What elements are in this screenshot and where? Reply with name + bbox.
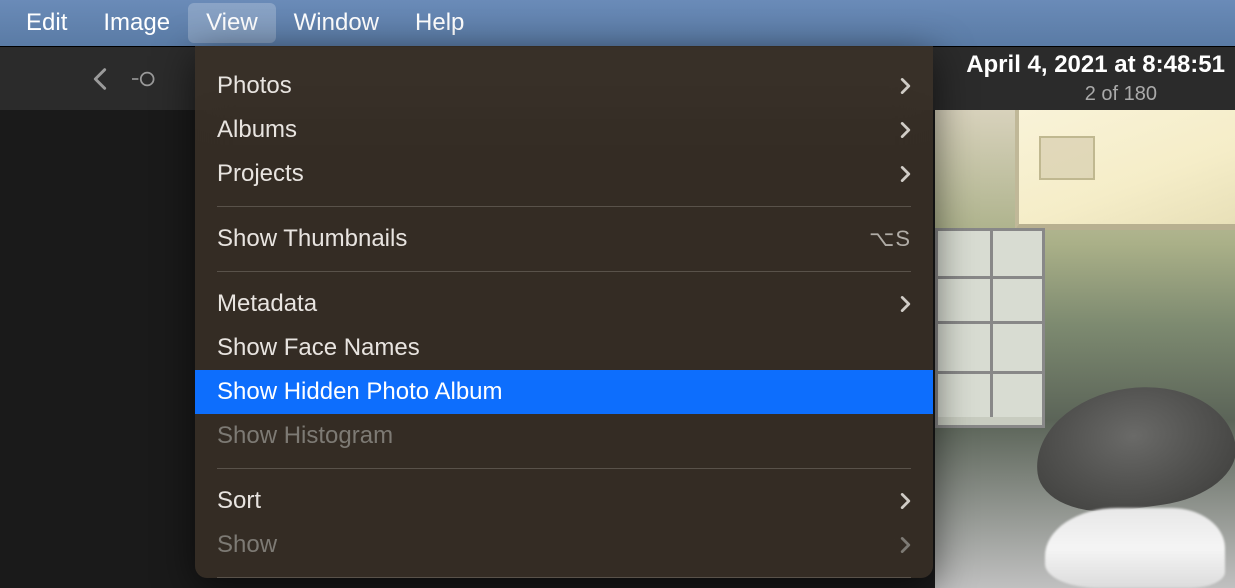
- view-menu-dropdown: Photos Albums Projects Show Thumbnails ⌥…: [195, 46, 933, 578]
- submenu-indicator: [900, 536, 911, 554]
- menubar: Edit Image View Window Help: [0, 0, 1235, 46]
- menu-label: Sort: [217, 487, 900, 515]
- menu-label: Photos: [217, 72, 900, 100]
- chevron-right-icon: [900, 121, 911, 139]
- menu-item-metadata[interactable]: Metadata: [195, 282, 933, 326]
- menu-separator: [217, 468, 911, 469]
- menu-label: Albums: [217, 116, 900, 144]
- menubar-item-view[interactable]: View: [188, 3, 276, 43]
- submenu-indicator: [900, 77, 911, 95]
- menu-separator: [217, 577, 911, 578]
- chevron-right-icon: [900, 295, 911, 313]
- zoom-slider[interactable]: [132, 67, 156, 91]
- menu-item-show-thumbnails[interactable]: Show Thumbnails ⌥S: [195, 217, 933, 261]
- menu-label: Show Hidden Photo Album: [217, 378, 911, 406]
- menu-label: Projects: [217, 160, 900, 188]
- menubar-item-edit[interactable]: Edit: [8, 3, 85, 43]
- menu-item-show-hidden-photo-album[interactable]: Show Hidden Photo Album: [195, 370, 933, 414]
- photo-date: April 4, 2021 at 8:48:51: [966, 51, 1225, 79]
- menu-label: Show: [217, 531, 900, 559]
- menu-item-photos[interactable]: Photos: [195, 64, 933, 108]
- menubar-item-help[interactable]: Help: [397, 3, 482, 43]
- menu-label: Show Face Names: [217, 334, 911, 362]
- chevron-right-icon: [900, 165, 911, 183]
- photo-content: [1015, 110, 1235, 230]
- menu-item-sort[interactable]: Sort: [195, 479, 933, 523]
- photo-viewer[interactable]: [935, 110, 1235, 588]
- toolbar-info: April 4, 2021 at 8:48:51 2 of 180: [966, 47, 1225, 110]
- photo-counter: 2 of 180: [1085, 83, 1157, 106]
- photo-content: [1045, 508, 1225, 588]
- menu-separator: [217, 206, 911, 207]
- submenu-indicator: [900, 121, 911, 139]
- photo-content: [935, 228, 1045, 428]
- menubar-item-window[interactable]: Window: [276, 3, 397, 43]
- menu-item-albums[interactable]: Albums: [195, 108, 933, 152]
- menubar-item-image[interactable]: Image: [85, 3, 188, 43]
- menu-item-show-histogram: Show Histogram: [195, 414, 933, 458]
- menu-item-show: Show: [195, 523, 933, 567]
- chevron-right-icon: [900, 536, 911, 554]
- photo-content: [1028, 375, 1235, 522]
- menu-item-show-face-names[interactable]: Show Face Names: [195, 326, 933, 370]
- minus-circle-icon: [132, 68, 156, 90]
- menu-label: Show Histogram: [217, 422, 911, 450]
- submenu-indicator: [900, 295, 911, 313]
- submenu-indicator: [900, 165, 911, 183]
- toolbar-left: [90, 64, 156, 94]
- submenu-indicator: [900, 492, 911, 510]
- chevron-left-icon: [93, 67, 107, 91]
- back-button[interactable]: [90, 64, 110, 94]
- chevron-right-icon: [900, 492, 911, 510]
- menu-shortcut: ⌥S: [869, 226, 911, 252]
- menu-label: Show Thumbnails: [217, 225, 869, 253]
- menu-item-projects[interactable]: Projects: [195, 152, 933, 196]
- menu-separator: [217, 271, 911, 272]
- chevron-right-icon: [900, 77, 911, 95]
- menu-label: Metadata: [217, 290, 900, 318]
